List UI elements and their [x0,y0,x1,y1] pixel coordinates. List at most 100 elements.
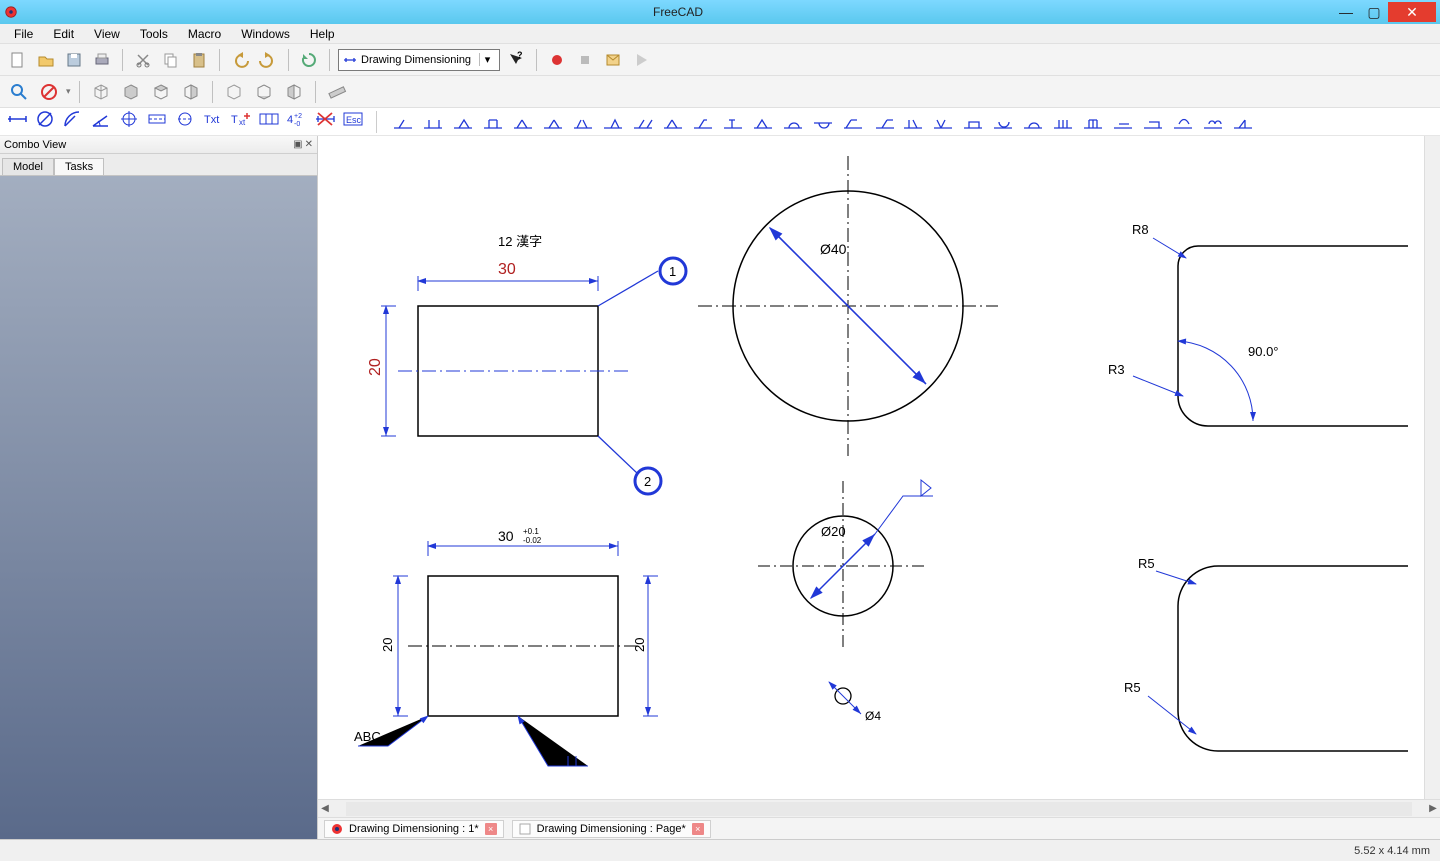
doc-tab-2-label: Drawing Dimensioning : Page* [537,823,686,835]
view-top-icon[interactable] [148,80,174,104]
escape-icon[interactable]: Esc [342,109,364,134]
copy-icon[interactable] [159,48,183,72]
print-icon[interactable] [90,48,114,72]
window-titlebar: FreeCAD — ▢ ✕ [0,0,1440,24]
combo-tab-tasks[interactable]: Tasks [54,158,104,175]
note-text-icon[interactable]: Txt [202,109,224,134]
view-rear-icon[interactable] [221,80,247,104]
combo-view-panel: Combo View ▣ ✕ Model Tasks [0,136,318,839]
svg-text:ABC: ABC [354,729,381,744]
tolerance-geom-icon[interactable] [258,109,280,134]
window-title: FreeCAD [24,5,1332,19]
macro-stop-icon[interactable] [573,48,597,72]
doc-tab-1-close-icon[interactable]: × [485,823,497,835]
menu-macro[interactable]: Macro [178,24,231,43]
welding-symbols-row[interactable] [389,110,1269,134]
dim-diameter-icon[interactable] [34,109,56,134]
horizontal-scrollbar[interactable]: ◀▶ [318,799,1440,817]
doc-tab-2[interactable]: Drawing Dimensioning : Page* × [512,820,711,838]
dim-radius-icon[interactable] [62,109,84,134]
cut-icon[interactable] [131,48,155,72]
no-entry-icon[interactable] [36,80,62,104]
doc-tab-2-close-icon[interactable]: × [692,823,704,835]
svg-text:20: 20 [367,358,384,376]
svg-text:20: 20 [380,638,395,652]
combo-tab-model[interactable]: Model [2,158,54,175]
svg-text:Esc: Esc [346,115,362,125]
undo-icon[interactable] [228,48,252,72]
save-document-icon[interactable] [62,48,86,72]
view-right-icon[interactable] [178,80,204,104]
combo-view-title: Combo View [4,139,66,151]
svg-text:1: 1 [669,264,676,279]
zoom-fit-icon[interactable] [6,80,32,104]
vertical-scrollbar[interactable] [1424,136,1440,799]
view-iso-icon[interactable] [88,80,114,104]
toolbar-main: Drawing Dimensioning ▾ ? [0,44,1440,76]
center-mark-icon[interactable] [118,109,140,134]
dock-toggle-icon[interactable]: ▣ [293,139,302,150]
close-button[interactable]: ✕ [1388,2,1436,22]
svg-text:+2: +2 [294,113,302,120]
panel-close-icon[interactable]: ✕ [305,139,313,150]
centerline-icon[interactable] [146,109,168,134]
svg-text:-0: -0 [294,121,300,128]
add-text-icon[interactable]: Txt [230,109,252,134]
view-front-icon[interactable] [118,80,144,104]
svg-text:R3: R3 [1108,362,1125,377]
menu-view[interactable]: View [84,24,130,43]
workbench-selector-label: Drawing Dimensioning [361,54,471,66]
svg-text:4: 4 [287,114,293,126]
drawing-canvas[interactable]: 30 12 漢字 20 1 2 [318,136,1440,799]
refresh-icon[interactable] [297,48,321,72]
toolbar-view: ▾ [0,76,1440,108]
tolerance-add-icon[interactable]: 4+2-0 [286,109,308,134]
svg-text:20: 20 [632,638,647,652]
svg-text:90.0°: 90.0° [1248,344,1279,359]
doc-tab-1[interactable]: Drawing Dimensioning : 1* × [324,820,504,838]
paste-icon[interactable] [187,48,211,72]
menu-edit[interactable]: Edit [43,24,84,43]
whats-this-icon[interactable]: ? [504,48,528,72]
doc-tab-1-label: Drawing Dimensioning : 1* [349,823,479,835]
macro-record-icon[interactable] [545,48,569,72]
macro-list-icon[interactable] [601,48,625,72]
svg-text:2: 2 [644,474,651,489]
toolbar-dimensioning: Txt Txt 4+2-0 Esc [0,108,1440,136]
macro-run-icon[interactable] [629,48,653,72]
menu-tools[interactable]: Tools [130,24,178,43]
view-left-icon[interactable] [281,80,307,104]
redo-icon[interactable] [256,48,280,72]
svg-text:-0.02: -0.02 [523,536,542,545]
svg-text:+0.1: +0.1 [523,527,539,536]
open-document-icon[interactable] [34,48,58,72]
app-icon [4,5,18,19]
view-bottom-icon[interactable] [251,80,277,104]
svg-text:12 漢字: 12 漢字 [498,234,542,249]
menu-file[interactable]: File [4,24,43,43]
status-bar: 5.52 x 4.14 mm [0,839,1440,861]
menu-help[interactable]: Help [300,24,345,43]
maximize-button[interactable]: ▢ [1360,2,1388,22]
svg-text:R5: R5 [1124,680,1141,695]
svg-text:?: ? [517,51,523,60]
status-coordinates: 5.52 x 4.14 mm [1354,845,1430,857]
center-lines-icon[interactable] [174,109,196,134]
new-document-icon[interactable] [6,48,30,72]
measure-icon[interactable] [324,80,350,104]
svg-text:Ø4: Ø4 [865,709,881,723]
svg-text:30: 30 [498,528,514,544]
svg-text:xt: xt [239,118,246,127]
dim-angle-icon[interactable] [90,109,112,134]
svg-text:30: 30 [498,261,516,278]
svg-text:Ø40: Ø40 [820,241,847,257]
dim-linear-icon[interactable] [6,109,28,134]
svg-text:Ø20: Ø20 [821,524,846,539]
svg-text:R5: R5 [1138,556,1155,571]
menu-windows[interactable]: Windows [231,24,300,43]
combo-view-body [0,176,317,839]
workbench-selector[interactable]: Drawing Dimensioning ▾ [338,49,500,71]
svg-text:Txt: Txt [204,114,219,126]
minimize-button[interactable]: — [1332,2,1360,22]
delete-dim-icon[interactable] [314,109,336,134]
